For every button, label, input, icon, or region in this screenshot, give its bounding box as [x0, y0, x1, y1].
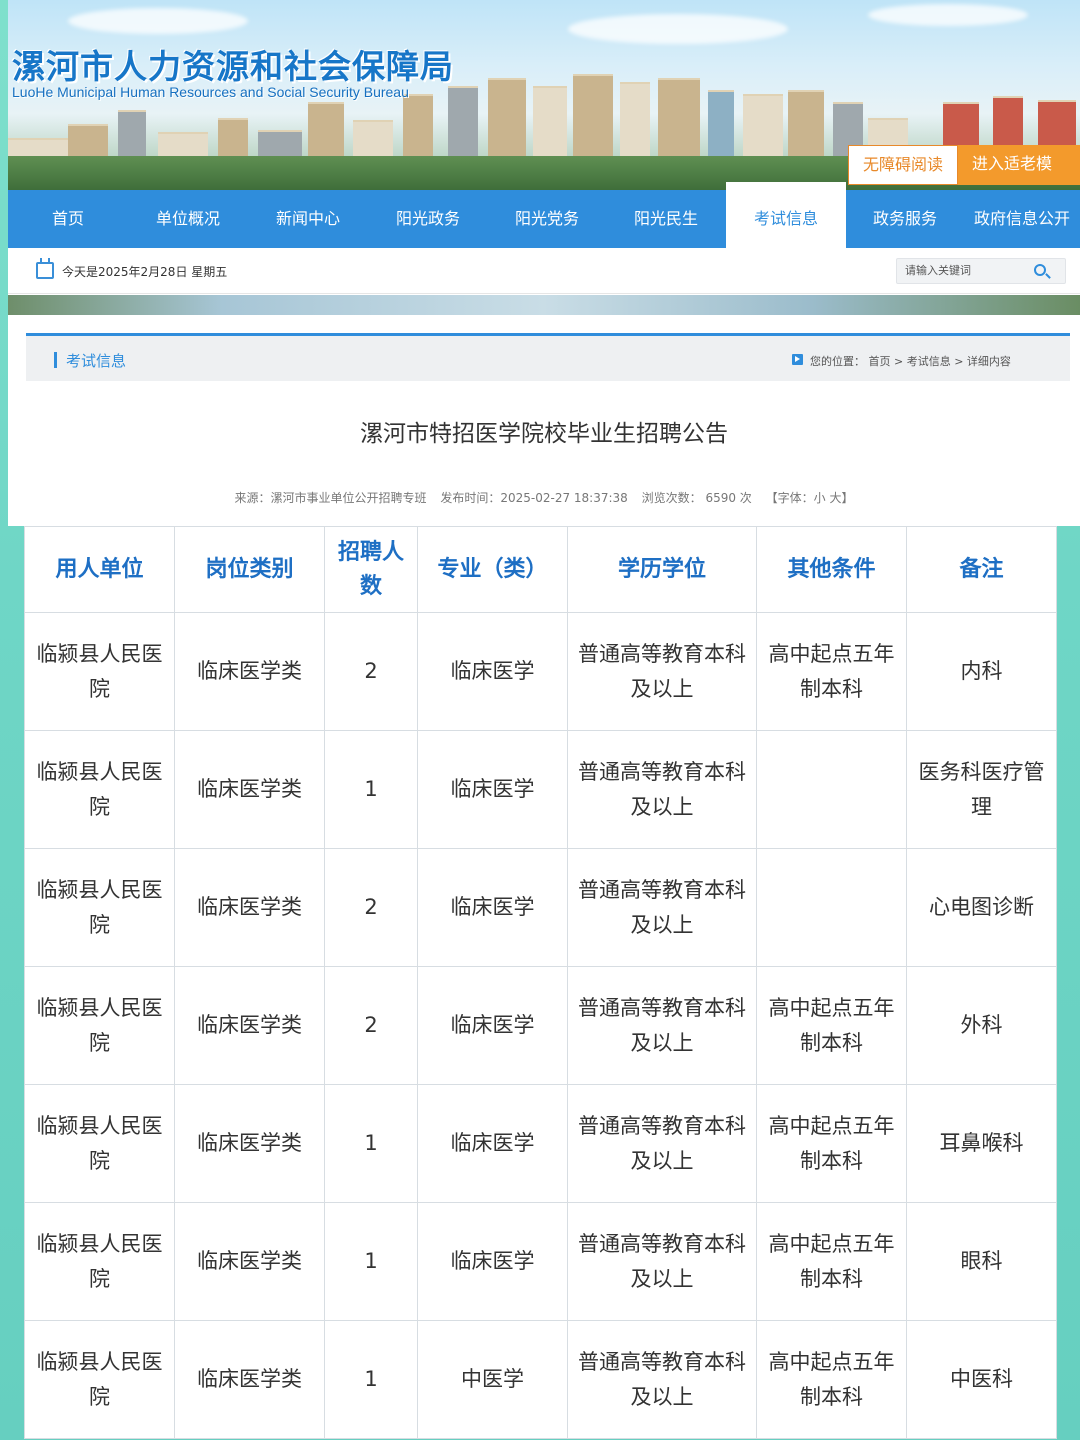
cell-position-type: 临床医学类 [174, 730, 325, 849]
nav-item-home[interactable]: 首页 [8, 190, 128, 248]
cell-other-conditions [756, 848, 907, 967]
cell-position-type: 临床医学类 [174, 966, 325, 1085]
page-shell: 漯河市人力资源和社会保障局 LuoHe Municipal Human Reso… [8, 0, 1080, 526]
cell-remarks: 眼科 [906, 1202, 1057, 1321]
cell-other-conditions: 高中起点五年制本科 [756, 1084, 907, 1203]
cell-other-conditions: 高中起点五年制本科 [756, 966, 907, 1085]
nav-item-services[interactable]: 政务服务 [846, 190, 964, 248]
site-subtitle: LuoHe Municipal Human Resources and Soci… [12, 84, 409, 100]
header-education: 学历学位 [567, 526, 757, 613]
cell-remarks: 中医科 [906, 1320, 1057, 1439]
header-headcount: 招聘人数 [324, 526, 418, 613]
header-position-type: 岗位类别 [174, 526, 325, 613]
elderly-mode-button[interactable]: 进入适老模式 [958, 145, 1080, 185]
cell-employer: 临颍县人民医院 [24, 848, 175, 967]
cell-major: 中医学 [417, 1320, 568, 1439]
section-title[interactable]: 考试信息 [66, 350, 126, 371]
cell-position-type: 临床医学类 [174, 848, 325, 967]
cell-remarks: 外科 [906, 966, 1057, 1085]
cell-other-conditions: 高中起点五年制本科 [756, 1202, 907, 1321]
cell-employer: 临颍县人民医院 [24, 966, 175, 1085]
cell-employer: 临颍县人民医院 [24, 730, 175, 849]
river-banner-strip [8, 295, 1080, 315]
breadcrumb-path[interactable]: 您的位置： 首页 > 考试信息 > 详细内容 [810, 353, 1011, 369]
nav-item-overview[interactable]: 单位概况 [128, 190, 248, 248]
cell-headcount: 1 [324, 1320, 418, 1439]
font-size-toggle[interactable]: 【字体：小 大】 [766, 491, 854, 505]
cell-position-type: 临床医学类 [174, 612, 325, 731]
nav-item-party-affairs[interactable]: 阳光党务 [488, 190, 606, 248]
cell-headcount: 2 [324, 848, 418, 967]
cell-education: 普通高等教育本科及以上 [567, 1084, 757, 1203]
header-major: 专业（类） [417, 526, 568, 613]
cell-major: 临床医学 [417, 612, 568, 731]
cell-major: 临床医学 [417, 730, 568, 849]
header-banner: 漯河市人力资源和社会保障局 LuoHe Municipal Human Reso… [8, 0, 1080, 190]
calendar-icon [36, 258, 54, 279]
cell-education: 普通高等教育本科及以上 [567, 730, 757, 849]
section-marker [54, 352, 57, 368]
cell-headcount: 2 [324, 966, 418, 1085]
article-meta: 来源：漯河市事业单位公开招聘专班 发布时间：2025-02-27 18:37:3… [8, 489, 1080, 506]
nav-item-info-disclosure[interactable]: 政府信息公开 [964, 190, 1080, 248]
cell-education: 普通高等教育本科及以上 [567, 1202, 757, 1321]
cell-remarks: 内科 [906, 612, 1057, 731]
nav-item-exam-info[interactable]: 考试信息 [726, 182, 846, 248]
recruitment-table: 用人单位 岗位类别 招聘人数 专业（类） 学历学位 其他条件 备注 临颍县人民医… [24, 526, 1057, 1439]
cell-headcount: 1 [324, 730, 418, 849]
nav-item-gov-affairs[interactable]: 阳光政务 [368, 190, 488, 248]
header-employer: 用人单位 [24, 526, 175, 613]
accessible-reading-button[interactable]: 无障碍阅读 [848, 145, 958, 185]
article-publish-time: 发布时间：2025-02-27 18:37:38 [440, 491, 628, 505]
article-views: 浏览次数： 6590 次 [641, 491, 752, 505]
cell-major: 临床医学 [417, 1202, 568, 1321]
search-icon[interactable] [1034, 264, 1046, 276]
cell-major: 临床医学 [417, 848, 568, 967]
cell-major: 临床医学 [417, 1084, 568, 1203]
cell-employer: 临颍县人民医院 [24, 612, 175, 731]
table-header-row: 用人单位 岗位类别 招聘人数 专业（类） 学历学位 其他条件 备注 [24, 526, 1057, 613]
cell-employer: 临颍县人民医院 [24, 1320, 175, 1439]
cell-headcount: 1 [324, 1084, 418, 1203]
cell-position-type: 临床医学类 [174, 1202, 325, 1321]
cell-other-conditions: 高中起点五年制本科 [756, 612, 907, 731]
cell-education: 普通高等教育本科及以上 [567, 1320, 757, 1439]
info-bar: 今天是2025年2月28日 星期五 请输入关键词 [8, 248, 1080, 294]
location-arrow-icon [792, 354, 803, 365]
article-source: 来源：漯河市事业单位公开招聘专班 [234, 491, 427, 505]
main-nav: 首页 单位概况 新闻中心 阳光政务 阳光党务 阳光民生 考试信息 政务服务 政府… [8, 182, 1080, 248]
header-other-conditions: 其他条件 [756, 526, 907, 613]
cell-position-type: 临床医学类 [174, 1320, 325, 1439]
table-row: 临颍县人民医院 临床医学类 2 临床医学 普通高等教育本科及以上 心电图诊断 [24, 848, 1057, 967]
cell-remarks: 医务科医疗管理 [906, 730, 1057, 849]
cell-education: 普通高等教育本科及以上 [567, 966, 757, 1085]
table-row: 临颍县人民医院 临床医学类 1 临床医学 普通高等教育本科及以上 高中起点五年制… [24, 1084, 1057, 1203]
table-row: 临颍县人民医院 临床医学类 2 临床医学 普通高等教育本科及以上 高中起点五年制… [24, 612, 1057, 731]
cell-other-conditions [756, 730, 907, 849]
table-row: 临颍县人民医院 临床医学类 1 临床医学 普通高等教育本科及以上 高中起点五年制… [24, 1202, 1057, 1321]
cell-remarks: 心电图诊断 [906, 848, 1057, 967]
cell-headcount: 2 [324, 612, 418, 731]
table-row: 临颍县人民医院 临床医学类 2 临床医学 普通高等教育本科及以上 高中起点五年制… [24, 966, 1057, 1085]
cell-major: 临床医学 [417, 966, 568, 1085]
cell-remarks: 耳鼻喉科 [906, 1084, 1057, 1203]
nav-item-livelihood[interactable]: 阳光民生 [606, 190, 726, 248]
current-date: 今天是2025年2月28日 星期五 [62, 265, 228, 279]
cell-position-type: 临床医学类 [174, 1084, 325, 1203]
cell-headcount: 1 [324, 1202, 418, 1321]
site-title: 漯河市人力资源和社会保障局 [12, 47, 454, 86]
table-row: 临颍县人民医院 临床医学类 1 临床医学 普通高等教育本科及以上 医务科医疗管理 [24, 730, 1057, 849]
nav-item-news[interactable]: 新闻中心 [248, 190, 368, 248]
breadcrumb: 考试信息 您的位置： 首页 > 考试信息 > 详细内容 [26, 333, 1070, 381]
header-remarks: 备注 [906, 526, 1057, 613]
cell-employer: 临颍县人民医院 [24, 1202, 175, 1321]
cell-other-conditions: 高中起点五年制本科 [756, 1320, 907, 1439]
table-row: 临颍县人民医院 临床医学类 1 中医学 普通高等教育本科及以上 高中起点五年制本… [24, 1320, 1057, 1439]
cell-employer: 临颍县人民医院 [24, 1084, 175, 1203]
cell-education: 普通高等教育本科及以上 [567, 612, 757, 731]
cell-education: 普通高等教育本科及以上 [567, 848, 757, 967]
article-title: 漯河市特招医学院校毕业生招聘公告 [360, 421, 728, 447]
